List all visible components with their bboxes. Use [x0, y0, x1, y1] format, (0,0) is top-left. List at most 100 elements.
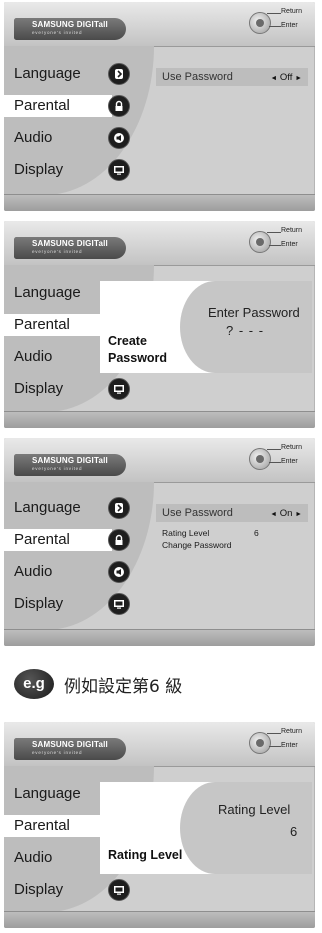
samsung-logo: SAMSUNG DIGITall everyone's invited — [14, 18, 126, 40]
arrow-right-icon: ► — [295, 75, 302, 82]
menu-label: Parental — [4, 815, 112, 837]
return-label: Return — [281, 227, 303, 234]
menu-label: Display — [14, 161, 64, 178]
example-caption: 例如設定第6 級 — [64, 677, 183, 697]
samsung-logo: SAMSUNG DIGITall everyone's invited — [14, 454, 126, 476]
use-password-label: Use Password — [162, 71, 233, 83]
menu-item-audio[interactable]: Audio — [4, 560, 130, 584]
menu-label: Parental — [4, 95, 112, 117]
rating-entry-area: Rating Level 6 — [180, 782, 312, 874]
enter-label: Enter — [281, 22, 298, 29]
top-bar: SAMSUNG DIGITall everyone's invited Retu… — [4, 438, 315, 483]
eg-badge: e.g — [14, 669, 54, 699]
display-icon — [108, 879, 130, 901]
use-password-row[interactable]: Use Password ◄ Off ► — [156, 68, 308, 86]
top-bar: SAMSUNG DIGITall everyone's invited Retu… — [4, 221, 315, 266]
menu-item-language[interactable]: Language — [4, 496, 130, 520]
enter-label: Enter — [281, 742, 298, 749]
display-icon — [108, 378, 130, 400]
osd-screen-1: SAMSUNG DIGITall everyone's invited Retu… — [4, 2, 315, 211]
lock-icon — [108, 529, 130, 551]
menu-item-parental[interactable]: Parental — [4, 528, 130, 552]
arrow-left-icon: ◄ — [270, 511, 278, 518]
bottom-bar — [4, 911, 315, 928]
arrow-right-icon: ► — [295, 511, 302, 518]
display-icon — [108, 159, 130, 181]
change-password-item[interactable]: Change Password — [162, 540, 231, 550]
use-password-label: Use Password — [162, 507, 233, 519]
menu-label: Language — [14, 785, 81, 802]
bottom-bar — [4, 411, 315, 428]
return-label: Return — [281, 728, 303, 735]
menu-label: Audio — [14, 129, 53, 146]
samsung-logo: SAMSUNG DIGITall everyone's invited — [14, 237, 126, 259]
popup-title: Enter Password — [208, 305, 300, 320]
menu-label: Audio — [14, 348, 53, 365]
top-bar: SAMSUNG DIGITall everyone's invited Retu… — [4, 722, 315, 767]
bottom-bar — [4, 629, 315, 646]
remote-dial-icon — [249, 448, 271, 470]
remote-hint: Return Enter — [243, 440, 309, 478]
enter-label: Enter — [281, 241, 298, 248]
use-password-value[interactable]: ◄ On ► — [270, 508, 302, 519]
rating-level-value: 6 — [254, 528, 259, 538]
menu-label: Audio — [14, 849, 53, 866]
menu-label: Audio — [14, 563, 53, 580]
menu-item-language[interactable]: Language — [4, 62, 130, 86]
menu-label: Language — [14, 284, 81, 301]
menu-item-display[interactable]: Display — [4, 158, 130, 182]
logo-text: SAMSUNG DIGITall — [32, 20, 108, 29]
logo-tagline: everyone's invited — [32, 466, 83, 471]
popup-heading: Rating Level — [108, 848, 183, 862]
menu-item-audio[interactable]: Audio — [4, 126, 130, 150]
menu-item-display[interactable]: Display — [4, 592, 130, 616]
logo-text: SAMSUNG DIGITall — [32, 456, 108, 465]
remote-dial-icon — [249, 231, 271, 253]
rating-level-popup: Rating Level 6 Rating Level — [100, 782, 312, 874]
use-password-value[interactable]: ◄ Off ► — [270, 72, 302, 83]
enter-label: Enter — [281, 458, 298, 465]
password-entry[interactable]: ? - - - — [226, 323, 264, 338]
arrow-left-icon: ◄ — [270, 75, 278, 82]
language-icon — [108, 63, 130, 85]
remote-dial-icon — [249, 12, 271, 34]
remote-dial-icon — [249, 732, 271, 754]
menu-label: Display — [14, 380, 64, 397]
audio-icon — [108, 127, 130, 149]
menu-sidebar: Language Parental Audio Display — [4, 46, 154, 195]
osd-screen-3: SAMSUNG DIGITall everyone's invited Retu… — [4, 438, 315, 646]
menu-item-display[interactable]: Display — [4, 377, 130, 401]
logo-tagline: everyone's invited — [32, 750, 83, 755]
parental-options-panel: Use Password ◄ Off ► — [156, 62, 308, 174]
return-label: Return — [281, 8, 303, 15]
popup-heading-line1: Create — [108, 334, 147, 348]
osd-screen-4: SAMSUNG DIGITall everyone's invited Retu… — [4, 722, 315, 928]
rating-level-label[interactable]: Rating Level — [162, 528, 209, 538]
parental-options-panel: Use Password ◄ On ► Rating Level 6 Chang… — [156, 498, 308, 610]
menu-label: Parental — [4, 314, 112, 336]
menu-sidebar: Language Parental Audio Display — [4, 482, 154, 630]
eg-badge-text: e.g — [23, 675, 45, 692]
menu-label: Display — [14, 595, 64, 612]
popup-heading: Create Password — [108, 333, 167, 367]
remote-hint: Return Enter — [243, 223, 309, 261]
create-password-popup: Enter Password ? - - - Create Password — [100, 281, 312, 373]
use-password-row[interactable]: Use Password ◄ On ► — [156, 504, 308, 522]
menu-label: Display — [14, 881, 64, 898]
logo-text: SAMSUNG DIGITall — [32, 239, 108, 248]
top-bar: SAMSUNG DIGITall everyone's invited Retu… — [4, 2, 315, 47]
rating-value[interactable]: 6 — [290, 824, 298, 839]
audio-icon — [108, 561, 130, 583]
osd-screen-2: SAMSUNG DIGITall everyone's invited Retu… — [4, 221, 315, 428]
menu-item-parental[interactable]: Parental — [4, 94, 130, 118]
display-icon — [108, 593, 130, 615]
value-text: On — [279, 508, 293, 519]
menu-item-display[interactable]: Display — [4, 878, 130, 902]
popup-heading-line2: Password — [108, 351, 168, 365]
lock-icon — [108, 95, 130, 117]
menu-label: Language — [14, 499, 81, 516]
samsung-logo: SAMSUNG DIGITall everyone's invited — [14, 738, 126, 760]
menu-label: Parental — [4, 529, 112, 551]
remote-hint: Return Enter — [243, 4, 309, 42]
popup-title: Rating Level — [218, 802, 291, 817]
